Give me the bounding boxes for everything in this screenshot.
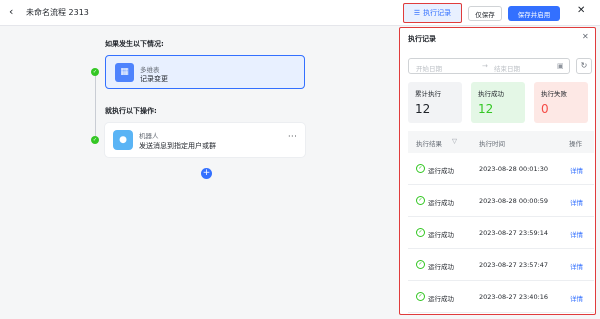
details-link[interactable]: 详情 <box>570 261 583 271</box>
calendar-icon[interactable]: ▣ <box>557 62 564 70</box>
end-date-input[interactable]: 结束日期 <box>494 63 520 73</box>
save-only-button[interactable]: 仅保存 <box>468 6 502 21</box>
action-heading: 就执行以下操作: <box>105 107 157 115</box>
row-time: 2023-08-28 00:01:30 <box>479 165 549 173</box>
flow-title[interactable]: 未命名流程 2313 <box>26 7 89 18</box>
table-row: ✓ 运行成功 2023-08-27 23:59:14 详情 <box>408 217 594 249</box>
stat-success-value: 12 <box>478 102 494 116</box>
trigger-type: 多维表 <box>140 66 160 74</box>
row-time: 2023-08-27 23:57:47 <box>479 261 549 269</box>
success-check-icon: ✓ <box>416 164 425 173</box>
table-row: ✓ 运行成功 2023-08-27 23:40:16 详情 <box>408 281 594 313</box>
more-options-icon[interactable]: ··· <box>288 132 297 141</box>
robot-icon: ● <box>113 130 133 150</box>
details-link[interactable]: 详情 <box>570 165 583 175</box>
column-time: 执行时间 <box>479 140 505 148</box>
success-check-icon: ✓ <box>416 260 425 269</box>
arrow-right-icon: → <box>482 62 488 70</box>
condition-heading: 如果发生以下情况: <box>105 40 164 48</box>
table-row: ✓ 运行成功 2023-08-28 00:00:59 详情 <box>408 185 594 217</box>
stat-total: 累计执行 12 <box>408 82 462 123</box>
action-description: 发送消息到指定用户或群 <box>139 142 216 150</box>
trigger-card[interactable]: ▦ 多维表 记录变更 <box>105 55 305 89</box>
refresh-icon[interactable]: ↻ <box>576 58 592 74</box>
trigger-event: 记录变更 <box>140 75 168 83</box>
panel-close-icon[interactable]: ✕ <box>582 32 589 41</box>
close-icon[interactable]: ✕ <box>577 5 585 16</box>
flow-canvas: 如果发生以下情况: ✓ ✓ ▦ 多维表 记录变更 就执行以下操作: ● 机器人 … <box>0 26 398 319</box>
start-date-input[interactable]: 开始日期 <box>416 63 442 73</box>
stat-total-value: 12 <box>415 102 431 116</box>
execution-log-button[interactable]: ☰ 执行记录 <box>403 3 462 23</box>
panel-title: 执行记录 <box>408 35 436 43</box>
row-result: 运行成功 <box>428 263 454 271</box>
add-step-button[interactable]: + <box>201 168 212 179</box>
table-row: ✓ 运行成功 2023-08-27 23:57:47 详情 <box>408 249 594 281</box>
stat-success-label: 执行成功 <box>478 90 504 98</box>
table-icon: ▦ <box>115 63 134 82</box>
details-link[interactable]: 详情 <box>570 293 583 303</box>
action-type: 机器人 <box>139 132 159 140</box>
column-operation: 操作 <box>569 140 582 148</box>
row-result: 运行成功 <box>428 167 454 175</box>
date-range-picker[interactable]: 开始日期 → 结束日期 ▣ <box>408 58 570 74</box>
row-time: 2023-08-27 23:59:14 <box>479 229 549 237</box>
stat-success: 执行成功 12 <box>471 82 525 123</box>
stat-fail-label: 执行失败 <box>541 90 567 98</box>
execution-log-label: 执行记录 <box>423 9 452 17</box>
details-link[interactable]: 详情 <box>570 229 583 239</box>
filter-icon[interactable]: ▽ <box>452 137 457 145</box>
row-result: 运行成功 <box>428 295 454 303</box>
stat-fail-value: 0 <box>541 102 549 116</box>
table-row: ✓ 运行成功 2023-08-28 00:01:30 详情 <box>408 153 594 185</box>
row-result: 运行成功 <box>428 231 454 239</box>
success-check-icon: ✓ <box>416 292 425 301</box>
success-check-icon: ✓ <box>416 228 425 237</box>
details-link[interactable]: 详情 <box>570 197 583 207</box>
stat-fail: 执行失败 0 <box>534 82 588 123</box>
chevron-left-icon[interactable]: ‹ <box>9 6 21 18</box>
row-time: 2023-08-27 23:40:16 <box>479 293 549 301</box>
row-time: 2023-08-28 00:00:59 <box>479 197 549 205</box>
table-header: 执行结果 ▽ 执行时间 操作 <box>408 131 594 153</box>
column-result: 执行结果 <box>416 140 442 148</box>
success-check-icon: ✓ <box>416 196 425 205</box>
row-result: 运行成功 <box>428 199 454 207</box>
trigger-check-icon: ✓ <box>91 68 99 76</box>
save-and-enable-button[interactable]: 保存并启用 <box>508 6 560 21</box>
action-card[interactable]: ● 机器人 发送消息到指定用户或群 ··· <box>105 123 305 157</box>
top-bar: ‹ 未命名流程 2313 ☰ 执行记录 仅保存 保存并启用 ✕ <box>0 0 600 26</box>
flow-connector <box>95 69 96 139</box>
stat-total-label: 累计执行 <box>415 90 441 98</box>
execution-log-panel: 执行记录 ✕ 开始日期 → 结束日期 ▣ ↻ 累计执行 12 执行成功 12 执… <box>399 27 596 315</box>
action-check-icon: ✓ <box>91 136 99 144</box>
list-icon: ☰ <box>413 9 421 17</box>
